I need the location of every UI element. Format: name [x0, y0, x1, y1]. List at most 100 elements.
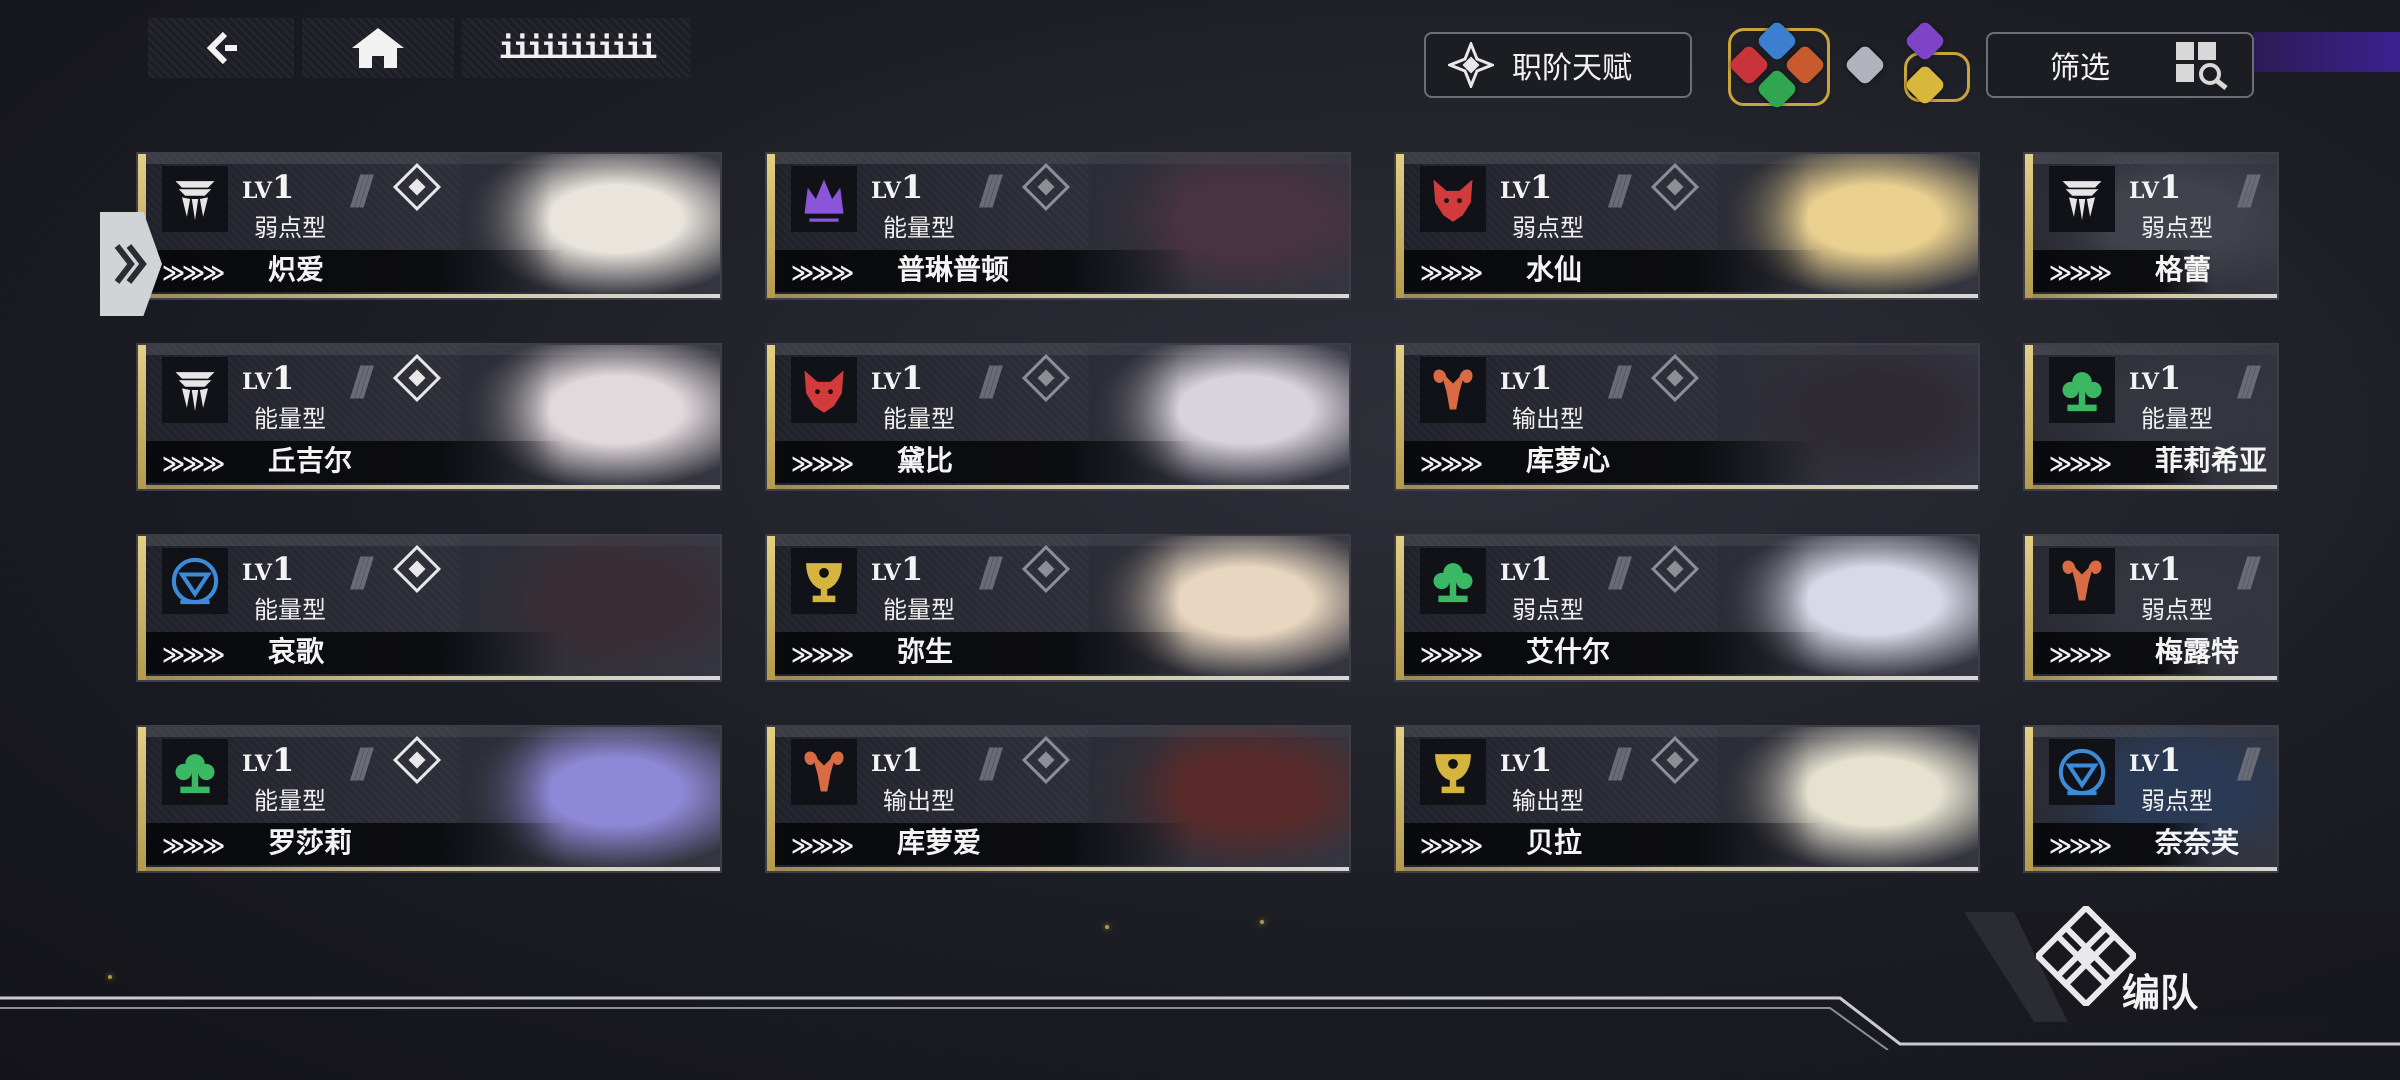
back-button[interactable]: [148, 18, 294, 78]
grid-search-icon: [2176, 42, 2228, 90]
character-name: 水仙: [1526, 253, 1583, 286]
card-shine: [775, 536, 1349, 546]
character-card[interactable]: LV1 弱点型 /// ≫≫≫ 格蕾: [2023, 152, 2279, 300]
level-prefix: LV: [242, 560, 272, 586]
level-prefix: LV: [242, 369, 272, 395]
character-name: 格蕾: [2155, 253, 2212, 286]
level-prefix: LV: [1500, 560, 1530, 586]
class-talent-button[interactable]: 职阶天赋: [1424, 32, 1692, 98]
level-label: LV1: [2129, 741, 2181, 779]
back-arrow-icon: [206, 31, 237, 65]
character-card[interactable]: LV1 输出型 /// ≫≫≫ 库萝爱: [765, 725, 1351, 873]
level-value: 1: [2158, 359, 2182, 397]
rarity-edge: [2025, 154, 2033, 298]
character-card[interactable]: LV1 能量型 /// ≫≫≫ 黛比: [765, 343, 1351, 491]
character-type: 弱点型: [1512, 596, 1584, 624]
slash-decoration: ///: [2237, 550, 2261, 596]
ram-icon: [1433, 369, 1473, 410]
character-type: 弱点型: [2141, 214, 2213, 242]
level-value: 1: [1529, 359, 1553, 397]
character-name: 艾什尔: [1526, 635, 1611, 668]
character-type: 输出型: [1512, 405, 1584, 433]
rarity-edge: [767, 154, 775, 298]
character-name: 罗莎莉: [268, 826, 353, 859]
level-value: 1: [900, 168, 924, 206]
character-card[interactable]: LV1 弱点型 /// ≫≫≫ 梅露特: [2023, 534, 2279, 682]
level-value: 1: [2158, 550, 2182, 588]
level-prefix: LV: [871, 751, 901, 777]
character-card[interactable]: LV1 能量型 /// ≫≫≫ 罗莎莉: [136, 725, 722, 873]
class-icon: [1420, 548, 1486, 614]
tree-icon: [175, 754, 215, 794]
character-card[interactable]: LV1 弱点型 /// ≫≫≫ 艾什尔: [1394, 534, 1980, 682]
slash-decoration: ///: [979, 550, 1003, 596]
character-card[interactable]: LV1 输出型 /// ≫≫≫ 库萝心: [1394, 343, 1980, 491]
star-wings-icon: ≫≫≫: [791, 834, 854, 859]
slash-decoration: ///: [2237, 741, 2261, 787]
class-icon: [2049, 739, 2115, 805]
wolf-icon: [1433, 179, 1473, 222]
tree-icon: [2062, 372, 2102, 412]
character-type: 弱点型: [2141, 596, 2213, 624]
character-card[interactable]: LV1 能量型 /// ≫≫≫ 菲莉希亚: [2023, 343, 2279, 491]
filter-button[interactable]: 筛选: [1986, 32, 2254, 98]
class-icon: [1420, 739, 1486, 805]
level-label: LV1: [242, 168, 294, 206]
angel-wing-icon: [2062, 181, 2102, 221]
slash-decoration: ///: [350, 741, 374, 787]
character-card[interactable]: LV1 能量型 /// ≫≫≫ 丘吉尔: [136, 343, 722, 491]
character-card[interactable]: LV1 能量型 /// ≫≫≫ 哀歌: [136, 534, 722, 682]
ram-icon: [804, 751, 844, 792]
home-icon: [352, 28, 404, 68]
character-card[interactable]: LV1 弱点型 /// ≫≫≫ 奈奈芙: [2023, 725, 2279, 873]
character-card[interactable]: LV1 弱点型 /// ≫≫≫ 水仙: [1394, 152, 1980, 300]
class-filter-gems[interactable]: [1724, 19, 1976, 111]
tree-icon: [1433, 563, 1473, 603]
class-icon: [1420, 166, 1486, 232]
card-shine: [146, 154, 720, 164]
character-card[interactable]: LV1 弱点型 /// ≫≫≫ 炽爱: [136, 152, 722, 300]
ram-icon: [2062, 560, 2102, 601]
character-name: 普琳普顿: [897, 253, 1010, 286]
level-label: LV1: [242, 741, 294, 779]
rarity-edge: [767, 345, 775, 489]
class-icon: [791, 166, 857, 232]
slash-decoration: ///: [350, 168, 374, 214]
rarity-edge: [1396, 536, 1404, 680]
rarity-edge: [767, 727, 775, 871]
star-wings-icon: ≫≫≫: [791, 261, 854, 286]
character-name: 丘吉尔: [268, 444, 353, 477]
purple-accent-bar: [2254, 32, 2400, 72]
gem-silver-icon[interactable]: [1843, 43, 1887, 87]
class-icon: [2049, 548, 2115, 614]
character-type: 输出型: [883, 787, 955, 815]
character-type: 能量型: [254, 596, 326, 624]
level-label: LV1: [2129, 168, 2181, 206]
star-wings-icon: ≫≫≫: [1420, 261, 1483, 286]
card-bottom-glow: [146, 485, 720, 489]
card-bottom-glow: [775, 676, 1349, 680]
character-type: 能量型: [2141, 405, 2213, 433]
card-shine: [146, 727, 720, 737]
level-value: 1: [271, 359, 295, 397]
page-title: iiiiiiiiiii: [462, 18, 690, 78]
card-bottom-glow: [2033, 676, 2277, 680]
home-button[interactable]: [302, 18, 454, 78]
level-value: 1: [900, 359, 924, 397]
character-card[interactable]: LV1 能量型 /// ≫≫≫ 弥生: [765, 534, 1351, 682]
card-shine: [1404, 345, 1978, 355]
sparkle: [108, 975, 112, 979]
level-value: 1: [1529, 550, 1553, 588]
rarity-edge: [1396, 154, 1404, 298]
character-name: 奈奈芙: [2155, 826, 2240, 859]
rarity-edge: [2025, 536, 2033, 680]
character-name: 黛比: [897, 444, 954, 477]
star-wings-icon: ≫≫≫: [162, 261, 225, 286]
chalice-icon: [1435, 754, 1471, 794]
card-bottom-glow: [146, 676, 720, 680]
sparkle: [1260, 920, 1264, 924]
character-card[interactable]: LV1 输出型 /// ≫≫≫ 贝拉: [1394, 725, 1980, 873]
character-card[interactable]: LV1 能量型 /// ≫≫≫ 普琳普顿: [765, 152, 1351, 300]
slash-decoration: ///: [350, 550, 374, 596]
star-wings-icon: ≫≫≫: [162, 452, 225, 477]
